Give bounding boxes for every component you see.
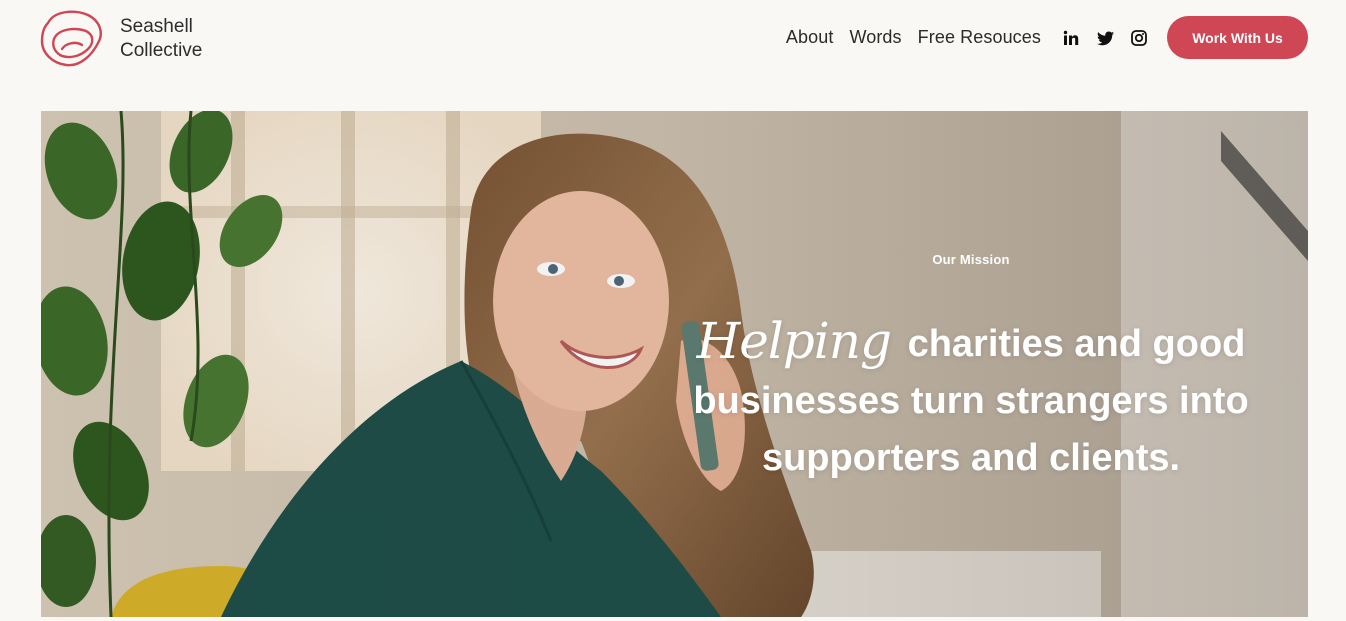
site-header: Seashell Collective About Words Free Res… <box>0 0 1346 80</box>
headline-line-3: supporters and clients. <box>761 437 1181 479</box>
work-with-us-button[interactable]: Work With Us <box>1167 16 1308 59</box>
headline-line-2: businesses turn strangers into <box>693 380 1249 422</box>
nav-link-free-resources[interactable]: Free Resouces <box>918 25 1041 49</box>
seashell-logo-icon <box>40 10 102 67</box>
headline-line-1-rest: charities and good <box>907 323 1246 365</box>
social-links <box>1062 27 1148 49</box>
mission-eyebrow: Our Mission <box>932 252 1010 267</box>
nav-link-about[interactable]: About <box>786 25 834 49</box>
brand-line-2: Collective <box>120 40 203 61</box>
brand-line-1: Seashell <box>120 16 193 37</box>
main-nav: About Words Free Resouces <box>786 25 1041 49</box>
hero-headline: Helping charities and good businesses tu… <box>656 311 1286 487</box>
linkedin-icon[interactable] <box>1062 29 1080 47</box>
nav-link-words[interactable]: Words <box>849 25 901 49</box>
brand-logo[interactable]: Seashell Collective <box>40 8 240 70</box>
brand-wordmark: Seashell Collective <box>120 15 202 63</box>
twitter-icon[interactable] <box>1096 29 1114 47</box>
hero-section: Our Mission Helping charities and good b… <box>41 111 1308 617</box>
instagram-icon[interactable] <box>1130 29 1148 47</box>
headline-line-1: Helping charities and good <box>656 311 1286 373</box>
headline-script-word: Helping <box>696 312 892 370</box>
